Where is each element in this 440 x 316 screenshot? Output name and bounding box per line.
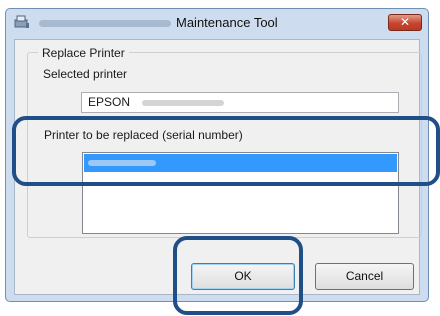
replace-printer-legend: Replace Printer (38, 46, 129, 60)
window-title: Maintenance Tool (176, 15, 278, 30)
app-icon (14, 15, 29, 28)
redacted-title-prefix (39, 20, 171, 27)
ok-button-highlight-ring (173, 236, 303, 315)
title-bar[interactable]: Maintenance Tool ✕ (6, 9, 428, 36)
cancel-button[interactable]: Cancel (315, 263, 414, 290)
close-button[interactable]: ✕ (388, 14, 422, 31)
serial-list-highlight-ring (12, 116, 440, 186)
redacted-model-name (142, 100, 224, 106)
selected-printer-value: EPSON (88, 95, 131, 109)
close-icon: ✕ (399, 15, 411, 29)
selected-printer-label: Selected printer (43, 67, 128, 81)
selected-printer-field: EPSON (81, 92, 399, 113)
